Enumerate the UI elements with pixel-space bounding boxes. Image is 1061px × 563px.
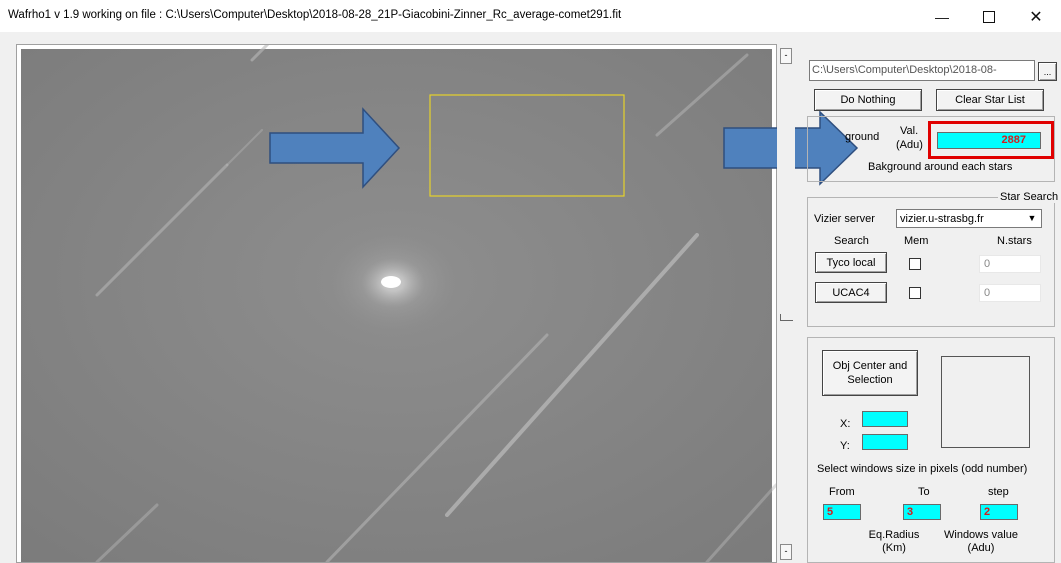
to-field[interactable]: 3 [903, 504, 941, 520]
from-field[interactable]: 5 [823, 504, 861, 520]
image-viewer[interactable] [16, 44, 777, 563]
ucac4-button[interactable]: UCAC4 [815, 282, 887, 303]
tyco-count-field[interactable]: 0 [979, 255, 1041, 273]
to-label: To [918, 486, 930, 498]
tyco-local-button[interactable]: Tyco local [815, 252, 887, 273]
maximize-icon[interactable] [966, 4, 1012, 30]
background-label: ground [845, 131, 880, 143]
viewer-scrollbar[interactable]: - - [777, 44, 795, 563]
x-value-field[interactable] [862, 411, 908, 427]
eq-radius-unit: (Km) [882, 542, 906, 554]
comet-image[interactable] [17, 45, 776, 562]
obj-center-line2: Selection [847, 374, 893, 386]
clear-star-list-button[interactable]: Clear Star List [936, 89, 1044, 111]
step-field[interactable]: 2 [980, 504, 1018, 520]
title-bar: Wafrho1 v 1.9 working on file : C:\Users… [0, 0, 1061, 32]
window-title: Wafrho1 v 1.9 working on file : C:\Users… [8, 9, 622, 21]
tyco-count: 0 [984, 258, 991, 270]
vizier-select-value: vizier.u-strasbg.fr [900, 213, 984, 225]
file-path-field[interactable]: C:\Users\Computer\Desktop\2018-08- [809, 60, 1035, 81]
scroll-thumb[interactable] [780, 314, 793, 321]
windows-value-unit: (Adu) [967, 542, 995, 554]
col-search-label: Search [834, 235, 869, 247]
obj-center-selection-button[interactable]: Obj Center and Selection [822, 350, 918, 396]
vizier-label: Vizier server [814, 213, 875, 225]
col-mem-label: Mem [904, 235, 929, 247]
y-label: Y: [840, 440, 850, 452]
col-nstars-label: N.stars [997, 235, 1032, 247]
background-each-stars-label: Bakground around each stars [868, 161, 1013, 173]
x-label: X: [840, 418, 851, 430]
step-value: 2 [984, 506, 991, 518]
file-path-value: C:\Users\Computer\Desktop\2018-08- [812, 64, 997, 76]
windows-value-label: Windows value [944, 529, 1018, 541]
scroll-down-button[interactable]: - [780, 544, 792, 560]
eq-radius-label: Eq.Radius [868, 529, 920, 541]
scroll-up-button[interactable]: - [780, 48, 792, 64]
from-label: From [829, 486, 855, 498]
from-value: 5 [827, 506, 834, 518]
highlight-box [928, 121, 1054, 159]
val-label: Val. [900, 125, 919, 137]
ucac4-count: 0 [984, 287, 991, 299]
do-nothing-button[interactable]: Do Nothing [814, 89, 922, 111]
window-size-label: Select windows size in pixels (odd numbe… [817, 463, 1028, 475]
chevron-down-icon[interactable]: ▼ [1025, 212, 1039, 225]
vizier-select[interactable]: vizier.u-strasbg.fr ▼ [896, 209, 1042, 228]
minimize-icon[interactable]: — [919, 4, 965, 30]
browse-button[interactable]: ... [1038, 62, 1057, 81]
tyco-mem-checkbox[interactable] [909, 258, 921, 270]
obj-center-line1: Obj Center and [832, 360, 908, 372]
object-preview-box [941, 356, 1030, 448]
step-label: step [988, 486, 1009, 498]
star-search-title: Star Search [998, 191, 1061, 203]
ucac4-mem-checkbox[interactable] [909, 287, 921, 299]
y-value-field[interactable] [862, 434, 908, 450]
to-value: 3 [907, 506, 914, 518]
ucac4-count-field[interactable]: 0 [979, 284, 1041, 302]
adu-label: (Adu) [896, 139, 923, 151]
close-icon[interactable]: ✕ [1013, 4, 1059, 30]
